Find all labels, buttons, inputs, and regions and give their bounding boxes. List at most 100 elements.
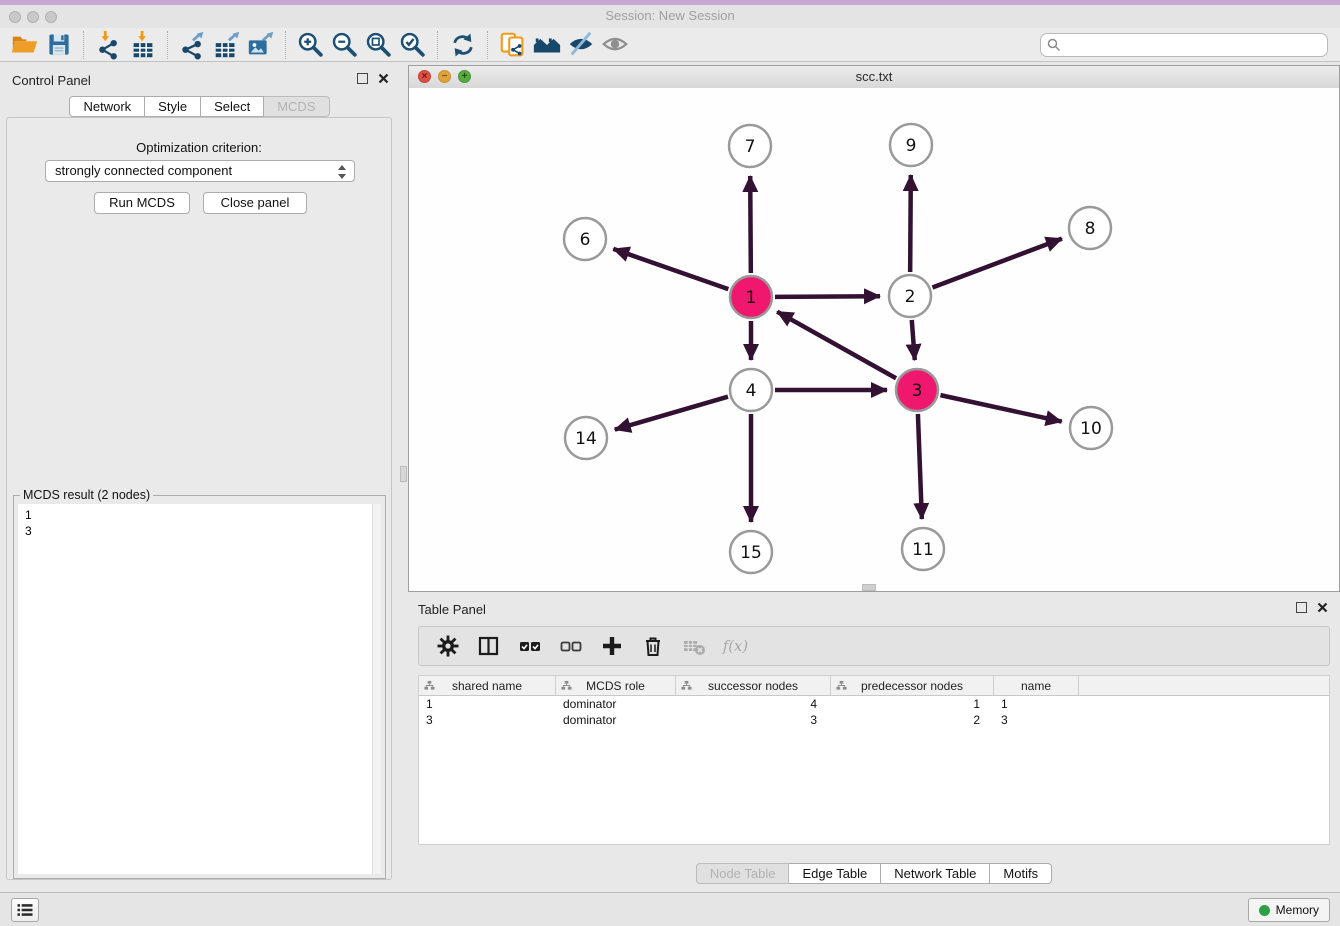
tab-network-table[interactable]: Network Table [881,863,990,884]
table-cell[interactable]: 3 [994,712,1079,728]
network-window-titlebar[interactable]: × − + scc.txt [409,66,1339,89]
session-title: Session: New Session [0,8,1340,23]
status-bar: Memory [0,892,1340,926]
mcds-result-group: MCDS result (2 nodes) 1 3 [13,495,386,879]
tab-motifs[interactable]: Motifs [990,863,1052,884]
show-hidden-icon[interactable] [598,29,632,61]
table-row[interactable]: 3dominator323 [419,712,1329,728]
tab-style[interactable]: Style [145,96,201,117]
save-session-icon[interactable] [42,29,76,61]
graph-edge-2-3[interactable] [912,320,915,360]
table-cell[interactable]: 1 [831,696,994,712]
graph-node-label-7: 7 [745,137,756,157]
import-network-icon[interactable] [92,29,126,61]
delete-rows-icon[interactable] [640,633,666,659]
close-panel-button[interactable]: Close panel [203,192,307,214]
select-all-icon[interactable] [517,633,543,659]
column-header-name[interactable]: name [994,676,1079,695]
control-panel-tabs: NetworkStyleSelectMCDS [0,96,399,117]
graph-edge-2-8[interactable] [932,239,1061,288]
hide-selected-icon[interactable] [564,29,598,61]
table-toolbar: f(x) [418,626,1330,666]
tab-edge-table[interactable]: Edge Table [789,863,881,884]
result-scrollbar[interactable] [372,504,381,874]
memory-button[interactable]: Memory [1248,898,1330,922]
network-canvas[interactable]: 1234678910111415 [409,88,1339,591]
table-cell[interactable]: 4 [676,696,831,712]
zoom-in-icon[interactable] [294,29,328,61]
deselect-all-icon[interactable] [558,633,584,659]
table-cell[interactable]: 2 [831,712,994,728]
graph-edge-4-14[interactable] [615,397,728,430]
zoom-fit-icon[interactable] [362,29,396,61]
network-from-selection-icon[interactable] [496,29,530,61]
table-panel-title: Table Panel [418,602,486,617]
application-window: Session: New Session [0,0,1340,926]
graph-edge-1-7[interactable] [750,176,751,273]
network-graph: 1234678910111415 [409,88,1339,591]
splitter-grip[interactable] [400,466,407,482]
horizontal-splitter-grip[interactable] [862,584,876,591]
column-header-shared-name[interactable]: shared name [419,676,556,695]
table-cell[interactable]: 3 [676,712,831,728]
add-column-icon[interactable] [599,633,625,659]
table-cell[interactable]: 3 [419,712,556,728]
close-table-panel-icon[interactable] [1317,602,1328,613]
graph-edge-3-1[interactable] [777,312,896,379]
graph-node-label-1: 1 [746,288,757,308]
memory-status-icon [1259,905,1270,916]
graph-edge-2-9[interactable] [910,175,911,272]
tab-network[interactable]: Network [69,96,145,117]
export-image-icon[interactable] [244,29,278,61]
graph-node-label-10: 10 [1080,419,1102,439]
graph-edge-3-10[interactable] [940,395,1061,421]
criterion-label: Optimization criterion: [7,140,391,155]
mcds-result-text[interactable]: 1 3 [18,504,381,874]
split-column-icon[interactable] [476,633,502,659]
table-cell[interactable]: dominator [556,696,676,712]
column-header-predecessor-nodes[interactable]: predecessor nodes [831,676,994,695]
import-table-icon[interactable] [126,29,160,61]
tab-mcds[interactable]: MCDS [264,96,329,117]
function-builder-icon[interactable]: f(x) [722,633,748,659]
graph-edge-1-2[interactable] [775,296,880,297]
tab-node-table[interactable]: Node Table [696,863,790,884]
table-cell[interactable]: 1 [994,696,1079,712]
graph-node-label-15: 15 [740,543,762,563]
graph-edge-3-11[interactable] [918,414,922,519]
float-table-panel-icon[interactable] [1296,602,1307,613]
task-history-button[interactable] [11,898,39,922]
criterion-select[interactable]: strongly connected component [45,160,355,182]
column-header-mcds-role[interactable]: MCDS role [556,676,676,695]
delete-column-icon[interactable] [681,633,707,659]
close-panel-icon[interactable] [378,73,389,84]
zoom-selected-icon[interactable] [396,29,430,61]
run-mcds-button[interactable]: Run MCDS [94,192,190,214]
search-input[interactable] [1040,33,1328,57]
mcds-panel: Optimization criterion: strongly connect… [6,117,392,880]
gear-icon[interactable] [435,633,461,659]
search-icon [1047,38,1061,52]
vertical-splitter[interactable] [399,65,408,892]
table-cell[interactable]: dominator [556,712,676,728]
select-chevrons-icon [338,164,347,180]
node-table: shared nameMCDS rolesuccessor nodesprede… [418,675,1330,845]
export-network-icon[interactable] [176,29,210,61]
criterion-value: strongly connected component [55,163,232,178]
table-panel-tabs: Node TableEdge TableNetwork TableMotifs [408,863,1340,884]
home-icon[interactable] [530,29,564,61]
table-row[interactable]: 1dominator411 [419,696,1329,712]
table-panel: Table Panel [408,595,1340,892]
float-panel-icon[interactable] [357,73,368,84]
zoom-out-icon[interactable] [328,29,362,61]
export-table-icon[interactable] [210,29,244,61]
network-view-window: × − + scc.txt 1234678910111415 [408,65,1340,592]
column-header-successor-nodes[interactable]: successor nodes [676,676,831,695]
refresh-layout-icon[interactable] [446,29,480,61]
table-cell[interactable]: 1 [419,696,556,712]
open-session-icon[interactable] [8,29,42,61]
graph-edge-1-6[interactable] [613,249,728,289]
memory-label: Memory [1276,903,1319,917]
network-title: scc.txt [409,69,1339,84]
tab-select[interactable]: Select [201,96,264,117]
